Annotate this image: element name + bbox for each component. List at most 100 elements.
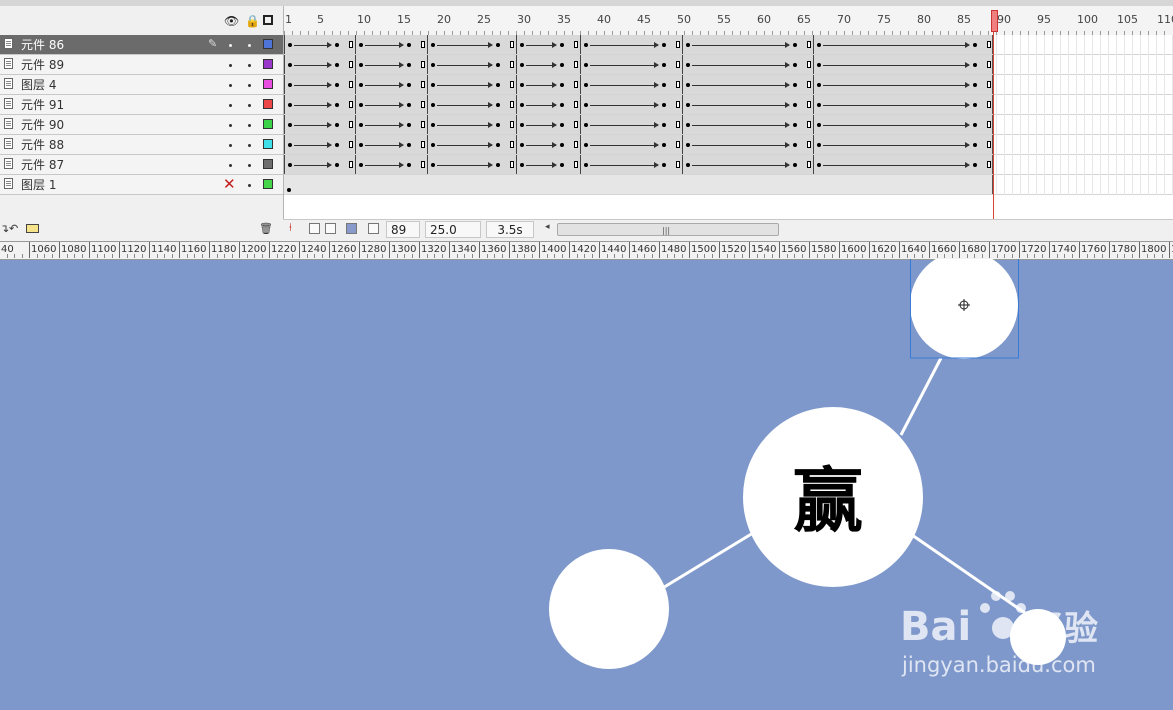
keyframe-dot[interactable] bbox=[793, 143, 797, 147]
tween-segment[interactable] bbox=[355, 75, 427, 94]
keyframe-dot[interactable] bbox=[407, 43, 411, 47]
end-frame-box[interactable] bbox=[349, 41, 353, 48]
keyframe-dot[interactable] bbox=[560, 103, 564, 107]
keyframe-dot[interactable] bbox=[359, 43, 363, 47]
keyframe-dot[interactable] bbox=[973, 43, 977, 47]
end-frame-box[interactable] bbox=[987, 121, 991, 128]
tween-segment[interactable] bbox=[813, 75, 993, 94]
keyframe-dot[interactable] bbox=[407, 63, 411, 67]
keyframe-dot[interactable] bbox=[520, 123, 524, 127]
end-frame-box[interactable] bbox=[574, 61, 578, 68]
end-frame-box[interactable] bbox=[676, 41, 680, 48]
lock-dot[interactable] bbox=[248, 144, 251, 147]
timeline-scrollbar[interactable]: ||| bbox=[557, 223, 779, 236]
keyframe-dot[interactable] bbox=[973, 63, 977, 67]
tween-segment[interactable] bbox=[682, 155, 813, 174]
empty-frames-grid[interactable] bbox=[996, 35, 1173, 195]
keyframe-dot[interactable] bbox=[431, 43, 435, 47]
layer-row[interactable]: 元件 91 bbox=[0, 95, 283, 115]
tween-segment[interactable] bbox=[580, 155, 682, 174]
keyframe-dot[interactable] bbox=[793, 43, 797, 47]
end-frame-box[interactable] bbox=[807, 81, 811, 88]
keyframe-dot[interactable] bbox=[496, 163, 500, 167]
end-frame-box[interactable] bbox=[807, 61, 811, 68]
keyframe-dot[interactable] bbox=[287, 188, 291, 192]
layer-name[interactable]: 图层 4 bbox=[21, 78, 56, 92]
keyframe-dot[interactable] bbox=[817, 103, 821, 107]
tween-segment[interactable] bbox=[355, 155, 427, 174]
tween-segment[interactable] bbox=[516, 55, 580, 74]
layer-color-swatch[interactable] bbox=[263, 59, 273, 69]
frame-span[interactable] bbox=[284, 135, 993, 154]
layer-color-swatch[interactable] bbox=[263, 99, 273, 109]
tween-segment[interactable] bbox=[682, 55, 813, 74]
layer-row[interactable]: 图层 1 ✕ bbox=[0, 175, 283, 195]
visibility-dot[interactable] bbox=[229, 164, 232, 167]
tween-segment[interactable] bbox=[427, 75, 516, 94]
keyframe-dot[interactable] bbox=[520, 163, 524, 167]
layer-color-swatch[interactable] bbox=[263, 179, 273, 189]
keyframe-dot[interactable] bbox=[584, 83, 588, 87]
lock-dot[interactable] bbox=[248, 164, 251, 167]
keyframe-dot[interactable] bbox=[560, 163, 564, 167]
left-circle[interactable] bbox=[549, 549, 669, 669]
keyframe-dot[interactable] bbox=[793, 123, 797, 127]
tween-segment[interactable] bbox=[284, 135, 355, 154]
tween-segment[interactable] bbox=[284, 75, 355, 94]
lock-dot[interactable] bbox=[248, 44, 251, 47]
keyframe-dot[interactable] bbox=[431, 103, 435, 107]
frame-span[interactable] bbox=[284, 175, 993, 194]
tween-segment[interactable] bbox=[427, 115, 516, 134]
playhead[interactable] bbox=[991, 10, 998, 32]
keyframe-dot[interactable] bbox=[662, 63, 666, 67]
keyframe-dot[interactable] bbox=[496, 123, 500, 127]
layer-row[interactable]: 元件 88 bbox=[0, 135, 283, 155]
layer-name[interactable]: 元件 86 bbox=[21, 38, 64, 52]
keyframe-dot[interactable] bbox=[335, 123, 339, 127]
keyframe-dot[interactable] bbox=[359, 103, 363, 107]
frame-span[interactable] bbox=[284, 115, 993, 134]
keyframe-dot[interactable] bbox=[359, 123, 363, 127]
layer-row[interactable]: 元件 87 bbox=[0, 155, 283, 175]
end-frame-box[interactable] bbox=[421, 101, 425, 108]
lock-dot[interactable] bbox=[248, 64, 251, 67]
tween-segment[interactable] bbox=[355, 35, 427, 54]
modify-onion-markers-icon[interactable] bbox=[368, 223, 379, 234]
end-frame-box[interactable] bbox=[987, 61, 991, 68]
outline-icon[interactable] bbox=[263, 15, 273, 25]
visibility-dot[interactable] bbox=[229, 144, 232, 147]
keyframe-dot[interactable] bbox=[662, 123, 666, 127]
tween-segment[interactable] bbox=[682, 115, 813, 134]
tween-segment[interactable] bbox=[813, 55, 993, 74]
keyframe-dot[interactable] bbox=[686, 63, 690, 67]
keyframe-dot[interactable] bbox=[973, 83, 977, 87]
end-frame-box[interactable] bbox=[574, 81, 578, 88]
end-frame-box[interactable] bbox=[510, 101, 514, 108]
tween-segment[interactable] bbox=[516, 155, 580, 174]
keyframe-dot[interactable] bbox=[431, 63, 435, 67]
keyframe-dot[interactable] bbox=[335, 83, 339, 87]
tween-segment[interactable] bbox=[813, 155, 993, 174]
visibility-dot[interactable] bbox=[229, 64, 232, 67]
keyframe-dot[interactable] bbox=[335, 43, 339, 47]
lock-dot[interactable] bbox=[248, 184, 251, 187]
eye-icon[interactable]: 👁 bbox=[224, 14, 239, 28]
keyframe-dot[interactable] bbox=[407, 163, 411, 167]
center-frame-icon[interactable]: ⍿ bbox=[289, 221, 300, 234]
end-frame-box[interactable] bbox=[349, 121, 353, 128]
keyframe-dot[interactable] bbox=[496, 83, 500, 87]
keyframe-dot[interactable] bbox=[288, 143, 292, 147]
layer-color-swatch[interactable] bbox=[263, 39, 273, 49]
tween-segment[interactable] bbox=[682, 35, 813, 54]
tween-segment[interactable] bbox=[355, 135, 427, 154]
tween-segment[interactable] bbox=[580, 115, 682, 134]
onion-outlines-icon[interactable] bbox=[325, 223, 336, 234]
layer-color-swatch[interactable] bbox=[263, 79, 273, 89]
end-frame-box[interactable] bbox=[807, 121, 811, 128]
insert-folder-icon[interactable] bbox=[26, 224, 39, 233]
end-frame-box[interactable] bbox=[510, 41, 514, 48]
frame-grid[interactable] bbox=[283, 35, 1173, 219]
end-frame-box[interactable] bbox=[987, 41, 991, 48]
tween-segment[interactable] bbox=[427, 95, 516, 114]
layer-color-swatch[interactable] bbox=[263, 119, 273, 129]
